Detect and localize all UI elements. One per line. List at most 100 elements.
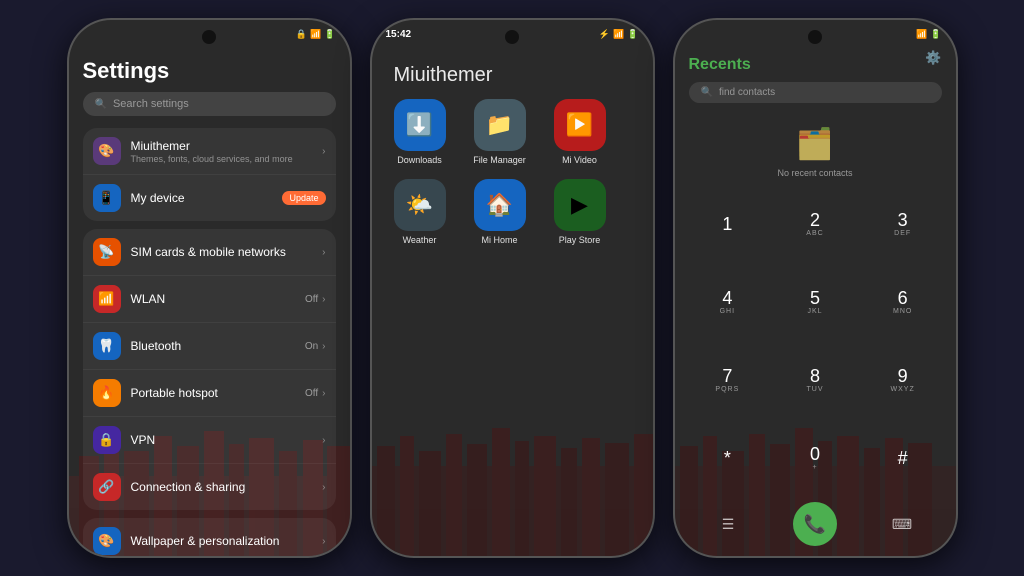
dial-key-8[interactable]: 8 TUV xyxy=(772,342,858,418)
vpn-icon: 🔒 xyxy=(93,426,121,454)
phone-dialer: 📶 🔋 ⚙️ Recents 🔍 find contacts 🗂️ No rec… xyxy=(673,18,958,558)
dial-key-2[interactable]: 2 ABC xyxy=(772,186,858,262)
chevron-icon: › xyxy=(322,146,325,157)
home-app-name: Miuithemer xyxy=(372,48,653,99)
chevron-icon: › xyxy=(322,536,325,547)
wlan-status: Off xyxy=(305,294,318,305)
power-button-3[interactable] xyxy=(673,160,675,190)
settings-content: Settings 🔍 Search settings 🎨 Miuithemer … xyxy=(69,48,350,556)
chevron-icon: › xyxy=(322,435,325,446)
volume-down-button-3[interactable] xyxy=(956,190,958,230)
update-badge[interactable]: Update xyxy=(282,191,325,205)
settings-item-mydevice[interactable]: 📱 My device Update xyxy=(83,175,336,221)
bluetooth-label: Bluetooth xyxy=(131,339,295,353)
connection-label: Connection & sharing xyxy=(131,480,313,494)
mydevice-right: Update xyxy=(282,191,325,205)
menu-button[interactable]: ☰ xyxy=(706,502,750,546)
hotspot-icon: 🔥 xyxy=(93,379,121,407)
weather-label: Weather xyxy=(403,235,437,245)
mivideo-icon: ▶️ xyxy=(554,99,606,151)
no-contacts-area: 🗂️ No recent contacts xyxy=(675,111,956,186)
gear-button[interactable]: ⚙️ xyxy=(925,50,941,66)
settings-item-sim[interactable]: 📡 SIM cards & mobile networks › xyxy=(83,229,336,276)
wallpaper-label: Wallpaper & personalization xyxy=(131,534,313,548)
filemanager-icon: 📁 xyxy=(474,99,526,151)
settings-item-wallpaper[interactable]: 🎨 Wallpaper & personalization › xyxy=(83,518,336,556)
dial-key-hash[interactable]: # xyxy=(860,420,946,496)
chevron-icon: › xyxy=(322,341,325,352)
playstore-icon: ▶ xyxy=(554,179,606,231)
playstore-label: Play Store xyxy=(559,235,601,245)
sim-icon: 📡 xyxy=(93,238,121,266)
bluetooth-icon: 🦷 xyxy=(93,332,121,360)
settings-screen: 🔒 📶 🔋 Settings 🔍 Search settings 🎨 Miuit… xyxy=(69,20,350,556)
hotspot-status: Off xyxy=(305,388,318,399)
power-button[interactable] xyxy=(67,160,69,190)
home-content: Miuithemer ⬇️ Downloads 📁 File Manager ▶… xyxy=(372,48,653,556)
power-button-2[interactable] xyxy=(370,160,372,190)
wallpaper-icon: 🎨 xyxy=(93,527,121,555)
app-item-weather[interactable]: 🌤️ Weather xyxy=(390,179,450,245)
app-item-mihome[interactable]: 🏠 Mi Home xyxy=(470,179,530,245)
home-screen: 15:42 ⚡ 📶 🔋 Miuithemer ⬇️ Downloads 📁 Fi… xyxy=(372,20,653,556)
app-item-filemanager[interactable]: 📁 File Manager xyxy=(470,99,530,165)
chevron-icon: › xyxy=(322,388,325,399)
settings-item-connection[interactable]: 🔗 Connection & sharing › xyxy=(83,464,336,510)
dial-key-3[interactable]: 3 DEF xyxy=(860,186,946,262)
dial-key-1[interactable]: 1 xyxy=(685,186,771,262)
miuithemer-label: Miuithemer xyxy=(131,139,313,153)
dial-key-5[interactable]: 5 JKL xyxy=(772,264,858,340)
dial-key-6[interactable]: 6 MNO xyxy=(860,264,946,340)
settings-section-display: 🎨 Wallpaper & personalization › 🔒 Always… xyxy=(83,518,336,556)
settings-item-miuithemer[interactable]: 🎨 Miuithemer Themes, fonts, cloud servic… xyxy=(83,128,336,175)
recents-title: Recents xyxy=(675,48,956,78)
downloads-label: Downloads xyxy=(397,155,442,165)
mydevice-label: My device xyxy=(131,191,273,205)
app-item-playstore[interactable]: ▶ Play Store xyxy=(550,179,610,245)
chevron-icon: › xyxy=(322,247,325,258)
settings-search-bar[interactable]: 🔍 Search settings xyxy=(83,92,336,116)
settings-item-vpn[interactable]: 🔒 VPN › xyxy=(83,417,336,464)
volume-down-button-2[interactable] xyxy=(653,190,655,230)
app-row-1: ⬇️ Downloads 📁 File Manager ▶️ Mi Video xyxy=(390,99,635,165)
status-icons-3: 📶 🔋 xyxy=(916,29,941,40)
chevron-icon: › xyxy=(322,482,325,493)
dialer-screen: 📶 🔋 ⚙️ Recents 🔍 find contacts 🗂️ No rec… xyxy=(675,20,956,556)
dial-key-7[interactable]: 7 PQRS xyxy=(685,342,771,418)
volume-up-button[interactable] xyxy=(350,140,352,180)
app-grid: ⬇️ Downloads 📁 File Manager ▶️ Mi Video … xyxy=(372,99,653,245)
mydevice-text: My device xyxy=(131,191,273,205)
keyboard-button[interactable]: ⌨ xyxy=(880,502,924,546)
dial-key-4[interactable]: 4 GHI xyxy=(685,264,771,340)
dialer-bottom: ☰ 📞 ⌨ xyxy=(685,496,946,550)
mihome-icon: 🏠 xyxy=(474,179,526,231)
settings-item-wlan[interactable]: 📶 WLAN Off › xyxy=(83,276,336,323)
vpn-label: VPN xyxy=(131,433,313,447)
dialer-grid: 1 2 ABC 3 DEF 4 GHI xyxy=(685,186,946,496)
app-item-mivideo[interactable]: ▶️ Mi Video xyxy=(550,99,610,165)
miuithemer-sub: Themes, fonts, cloud services, and more xyxy=(131,154,313,164)
app-item-downloads[interactable]: ⬇️ Downloads xyxy=(390,99,450,165)
search-icon-recents: 🔍 xyxy=(701,87,713,98)
bluetooth-status: On xyxy=(305,341,318,352)
app-row-2: 🌤️ Weather 🏠 Mi Home ▶ Play Store xyxy=(390,179,635,245)
settings-item-bluetooth[interactable]: 🦷 Bluetooth On › xyxy=(83,323,336,370)
volume-up-button-2[interactable] xyxy=(653,140,655,180)
punch-hole-2 xyxy=(505,30,519,44)
dial-key-star[interactable]: * xyxy=(685,420,771,496)
settings-section-network: 📡 SIM cards & mobile networks › 📶 WLAN O… xyxy=(83,229,336,510)
settings-item-hotspot[interactable]: 🔥 Portable hotspot Off › xyxy=(83,370,336,417)
contacts-icon: 🗂️ xyxy=(796,127,833,162)
status-time-2: 15:42 xyxy=(386,29,412,40)
dial-key-0[interactable]: 0 + xyxy=(772,420,858,496)
call-button[interactable]: 📞 xyxy=(793,502,837,546)
volume-down-button[interactable] xyxy=(350,190,352,230)
search-placeholder: Search settings xyxy=(113,98,189,110)
punch-hole xyxy=(202,30,216,44)
recents-search[interactable]: 🔍 find contacts xyxy=(689,82,942,103)
recents-search-placeholder: find contacts xyxy=(719,87,775,98)
filemanager-label: File Manager xyxy=(473,155,526,165)
dial-key-9[interactable]: 9 WXYZ xyxy=(860,342,946,418)
dialer: 1 2 ABC 3 DEF 4 GHI xyxy=(675,186,956,556)
volume-up-button-3[interactable] xyxy=(956,140,958,180)
